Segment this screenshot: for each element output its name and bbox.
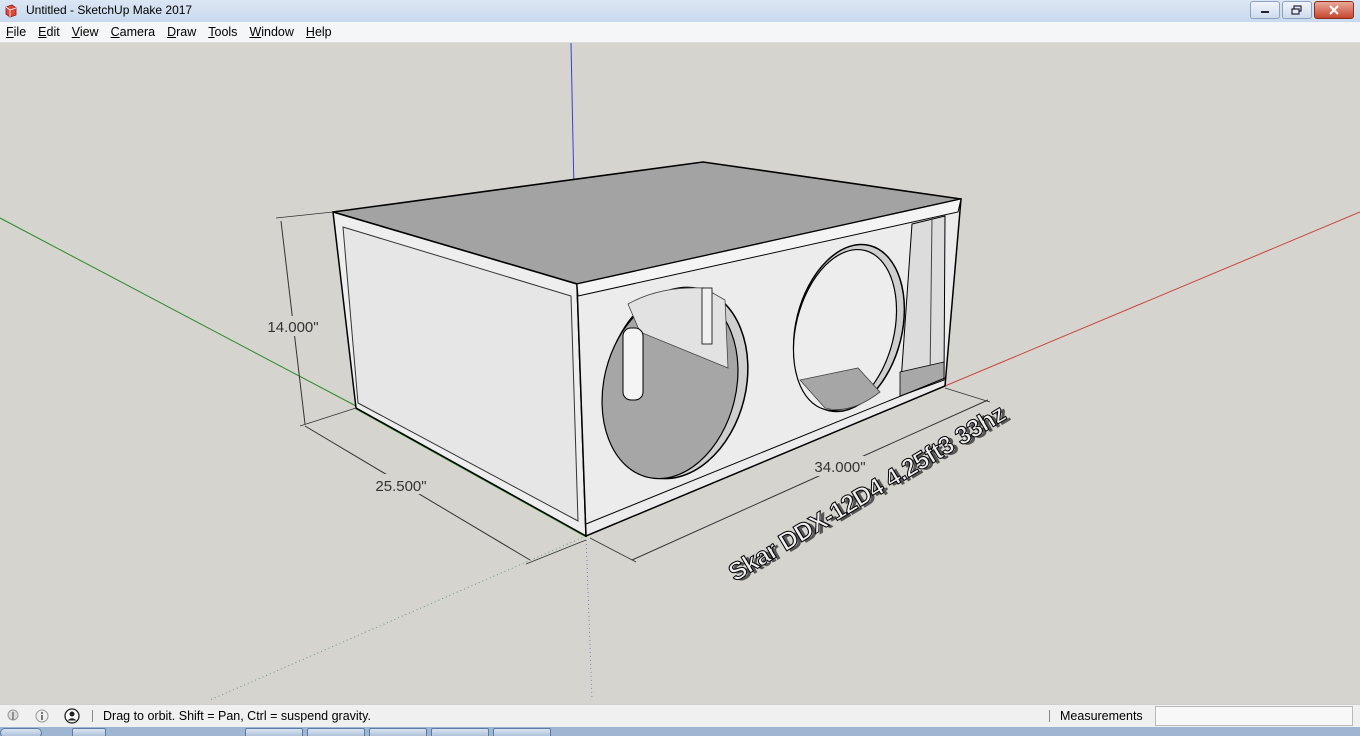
taskbar-item-4[interactable] [369, 728, 427, 736]
status-separator [92, 710, 93, 722]
subwoofer-1-port-post [701, 287, 713, 345]
restore-icon [1291, 5, 1302, 15]
menu-bar: File Edit View Camera Draw Tools Window … [0, 22, 1360, 43]
geolocation-icon[interactable] [5, 708, 21, 724]
minimize-button[interactable] [1250, 1, 1280, 19]
close-button[interactable] [1314, 1, 1354, 19]
menu-window[interactable]: Window [243, 25, 299, 39]
sketchup-logo-icon [5, 4, 17, 18]
menu-draw[interactable]: Draw [161, 25, 202, 39]
taskbar-item-2[interactable] [245, 728, 303, 736]
red-axis-solid [944, 211, 1360, 387]
user-account-icon[interactable] [64, 708, 80, 724]
status-hint: Drag to orbit. Shift = Pan, Ctrl = suspe… [103, 709, 371, 723]
measurements-label: Measurements [1060, 709, 1143, 723]
menu-edit[interactable]: Edit [32, 25, 66, 39]
menu-tools[interactable]: Tools [202, 25, 243, 39]
close-icon [1329, 5, 1339, 15]
green-axis-solid [0, 217, 357, 407]
dim-height-ext-bottom [299, 407, 357, 427]
dim-width-ext-right [944, 387, 991, 403]
credits-info-icon[interactable] [34, 708, 50, 724]
menu-help[interactable]: Help [300, 25, 338, 39]
status-bar: Drag to orbit. Shift = Pan, Ctrl = suspe… [0, 704, 1360, 727]
measurements-input[interactable] [1155, 706, 1353, 726]
drawing-viewport[interactable]: 14.000" 25.500" 34.000" Skar DDX-12D4 4.… [0, 43, 1360, 700]
os-taskbar [0, 727, 1360, 736]
menu-camera[interactable]: Camera [105, 25, 161, 39]
minimize-icon [1261, 11, 1269, 13]
green-axis-dotted [209, 535, 587, 700]
taskbar-item-5[interactable] [431, 728, 489, 736]
window-title: Untitled - SketchUp Make 2017 [26, 3, 193, 17]
start-button[interactable] [0, 728, 42, 736]
dim-width-ext-left [589, 537, 637, 563]
model-canvas[interactable]: 14.000" 25.500" 34.000" Skar DDX-12D4 4.… [0, 43, 1360, 700]
title-bar: Untitled - SketchUp Make 2017 [0, 0, 1360, 23]
dim-width-label: 34.000" [814, 459, 865, 476]
blue-axis-dotted [585, 535, 593, 700]
menu-view[interactable]: View [66, 25, 105, 39]
taskbar-item-1[interactable] [72, 728, 106, 736]
taskbar-item-3[interactable] [307, 728, 365, 736]
measurements-separator [1049, 710, 1050, 722]
dim-depth-ext [525, 539, 587, 565]
dim-height-label: 14.000" [267, 319, 318, 336]
dim-depth-label: 25.500" [375, 478, 426, 495]
dim-height-ext-top [275, 211, 334, 219]
taskbar-item-6[interactable] [493, 728, 551, 736]
subwoofer-1-brace [622, 327, 644, 401]
menu-file[interactable]: File [0, 25, 32, 39]
restore-button[interactable] [1282, 1, 1312, 19]
